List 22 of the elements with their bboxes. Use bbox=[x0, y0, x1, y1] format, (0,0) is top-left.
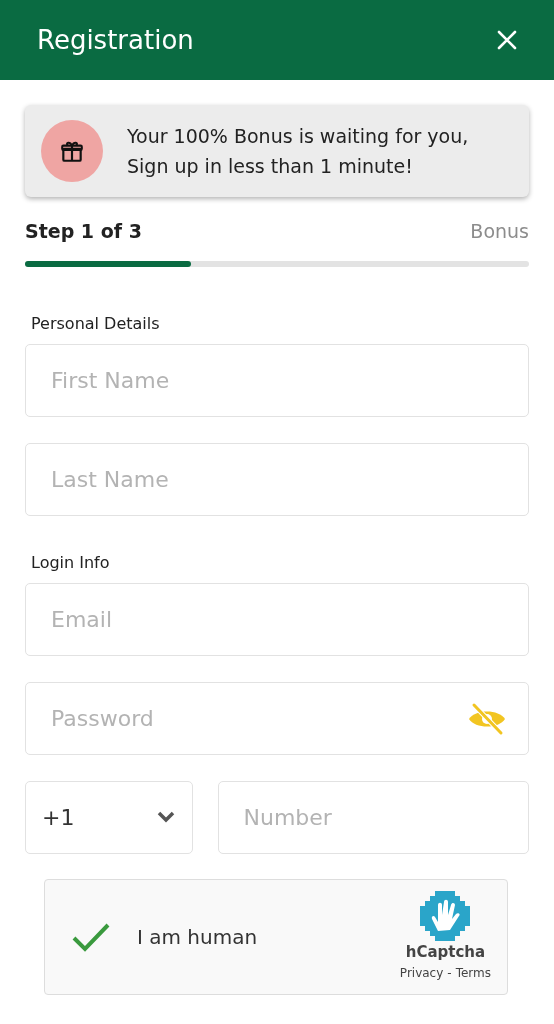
country-code-select[interactable]: +1 bbox=[25, 780, 193, 854]
checkmark-icon[interactable] bbox=[71, 921, 111, 952]
footer-link[interactable]: Privacy bbox=[399, 963, 444, 982]
chevron-icon bbox=[155, 811, 176, 823]
section-label: Login Info bbox=[31, 551, 111, 574]
input-field[interactable]: Last Name bbox=[25, 442, 529, 516]
captcha-brand: hCaptcha bbox=[405, 942, 486, 964]
close-icon[interactable] bbox=[497, 30, 517, 50]
link-separator: - bbox=[447, 964, 452, 982]
country-code: +1 bbox=[42, 803, 75, 832]
captcha-label: I am human bbox=[137, 923, 258, 951]
input-field[interactable]: Number bbox=[217, 780, 529, 854]
input-field[interactable]: Password bbox=[25, 681, 529, 755]
section-label: Personal Details bbox=[31, 312, 161, 335]
bonus-message: Your 100% Bonus is waiting for you, Sign up in less than 1 minute! bbox=[127, 123, 470, 179]
step-label: Step 1 of 3 bbox=[25, 219, 142, 244]
input-field[interactable]: First Name bbox=[25, 343, 529, 417]
next-step-label: Bonus bbox=[470, 219, 529, 244]
footer-link[interactable]: Terms bbox=[455, 963, 491, 982]
header-title: Registration bbox=[37, 23, 194, 57]
input-field[interactable]: Email bbox=[25, 582, 529, 656]
hcaptcha-logo-icon bbox=[420, 891, 471, 942]
